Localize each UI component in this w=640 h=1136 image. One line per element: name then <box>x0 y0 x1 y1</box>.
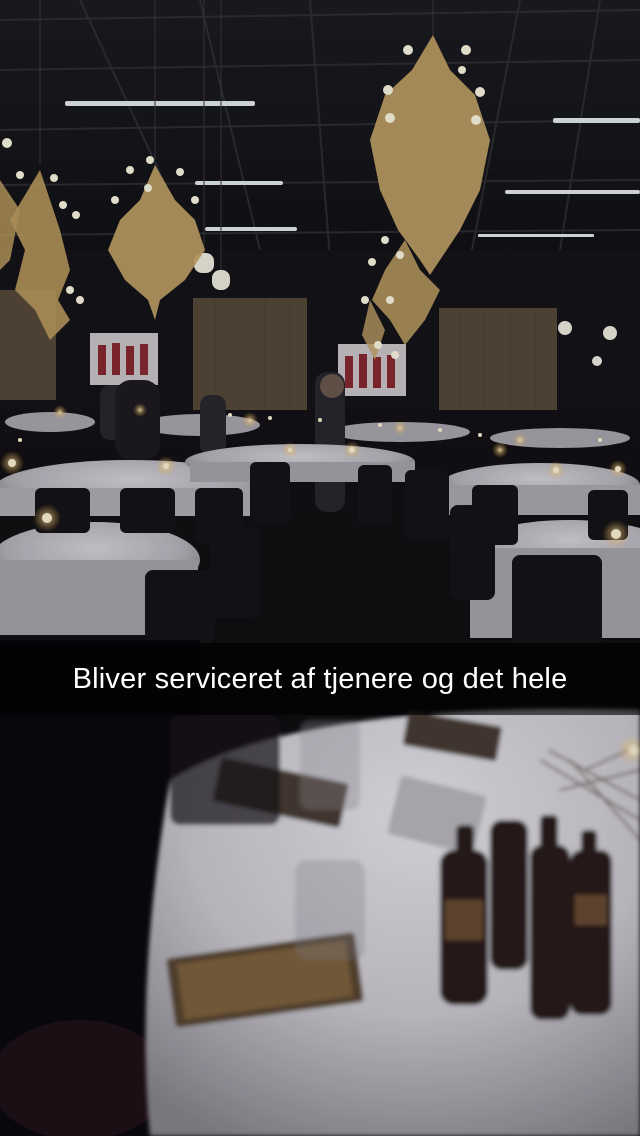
snap-caption-bar: Bliver serviceret af tjenere og det hele <box>0 643 640 715</box>
snap-view: Bliver serviceret af tjenere og det hele <box>0 0 640 1136</box>
event-hall-photo <box>0 0 640 1136</box>
snap-caption: Bliver serviceret af tjenere og det hele <box>72 662 568 695</box>
